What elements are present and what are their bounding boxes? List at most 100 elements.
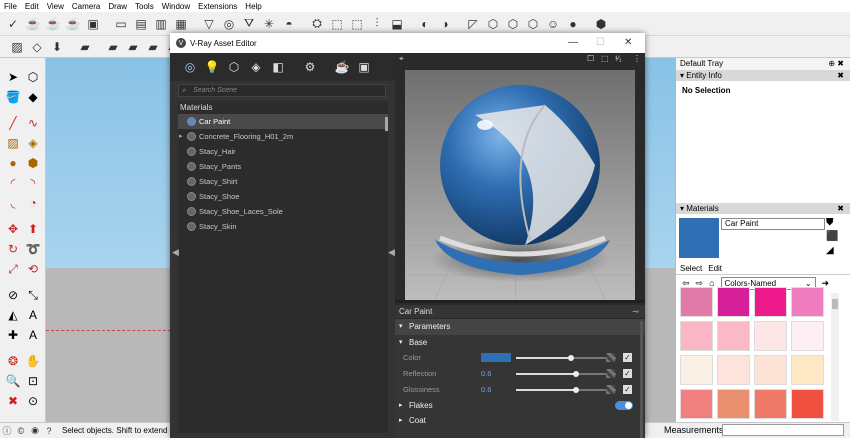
box-view3-icon[interactable]: ⬡ [524,15,542,33]
follow-me-icon[interactable]: ➰ [24,240,42,258]
style3-icon[interactable]: ▰ [124,38,142,56]
material-swatch[interactable] [754,355,787,385]
lights-icon[interactable]: 💡 [204,59,220,75]
circle-icon[interactable]: ● [4,154,22,172]
param-value[interactable]: 0.6 [481,369,491,378]
menu-item-camera[interactable]: Camera [72,2,100,11]
select-tool-icon[interactable]: ✓ [4,15,22,33]
material-swatch[interactable] [754,321,787,351]
style2-icon[interactable]: ▰ [104,38,122,56]
expand-arrow-icon[interactable]: ▸ [179,129,183,144]
proxy-import-icon[interactable]: ⬚ [348,15,366,33]
material-list-item[interactable]: Car Paint [178,114,388,129]
materials-icon[interactable]: ◎ [182,59,198,75]
frame-buffer-window-icon[interactable]: ▣ [356,59,372,75]
menu-item-draw[interactable]: Draw [108,2,127,11]
texture-slot-icon[interactable] [606,369,615,378]
menu-item-view[interactable]: View [47,2,64,11]
teapot-render-icon[interactable]: ☕ [44,15,62,33]
entity-info-header[interactable]: ▾ Entity Info ✖ [676,70,850,81]
param-slider[interactable] [516,387,616,393]
previous-view-icon[interactable]: ⊙ [24,392,42,410]
scale-icon[interactable]: ⤢ [4,260,22,278]
section-plane-icon[interactable]: ◸ [464,15,482,33]
panel-divider[interactable] [395,300,645,303]
pie-icon[interactable]: ◔ [24,194,42,212]
slider-knob[interactable] [573,387,579,393]
close-icon[interactable]: ✖ [837,70,844,81]
teapot-interactive-icon[interactable]: ☕ [64,15,82,33]
geometry-icon[interactable]: ⬡ [226,59,242,75]
settings-gear-icon[interactable]: ⚙ [302,59,318,75]
sphere-light-icon[interactable]: ◎ [220,15,238,33]
pin-panel-icon[interactable]: ⊸ [632,305,639,319]
maximize-button[interactable]: ☐ [596,37,605,48]
material-swatch[interactable] [791,389,824,419]
style-icon[interactable]: ▰ [76,38,94,56]
material-swatch[interactable] [791,355,824,385]
enable-checkbox[interactable]: ✓ [623,385,632,394]
material-list-scrollbar[interactable] [385,117,388,131]
material-name-field[interactable]: Car Paint [721,218,825,230]
user-icon[interactable]: ◉ [28,425,42,436]
texture-slot-icon[interactable] [606,353,615,362]
orbit-icon[interactable]: ❂ [4,352,22,370]
arc3-icon[interactable]: ◟ [4,194,22,212]
zoom-icon[interactable]: 🔍 [4,372,22,390]
3d-text-icon[interactable]: A [24,326,42,344]
proxy-icon[interactable]: ⛭ [308,15,326,33]
menu-item-edit[interactable]: Edit [25,2,39,11]
material-swatch[interactable] [754,287,787,317]
texture-slot-icon[interactable] [606,385,615,394]
box-view2-icon[interactable]: ⬡ [504,15,522,33]
flakes-toggle[interactable] [615,401,633,410]
material-id-icon[interactable]: ◑ [436,15,454,33]
paint-bucket-icon[interactable]: 🪣 [4,88,22,106]
tape-measure-icon[interactable]: ⊘ [4,286,22,304]
push-pull-icon[interactable]: ⬆ [24,220,42,238]
line-tool-icon[interactable]: ╱ [4,114,22,132]
parameters-scrollbar[interactable] [640,321,643,438]
axes-icon[interactable]: ✚ [4,326,22,344]
vray-title-bar[interactable]: V V-Ray Asset Editor — ☐ ✕ [170,33,645,53]
coat-section[interactable]: ▸ Coat [395,413,645,428]
arc2-icon[interactable]: ◝ [24,174,42,192]
help-icon[interactable]: ? [42,426,56,436]
teapot-icon[interactable]: ☕ [24,15,42,33]
param-value[interactable]: 0.6 [481,385,491,394]
material-swatch[interactable] [680,321,713,351]
material-swatch[interactable] [717,389,750,419]
material-swatch[interactable] [754,389,787,419]
arc-icon[interactable]: ◜ [4,174,22,192]
menu-item-file[interactable]: File [4,2,17,11]
zoom-window-icon[interactable]: ⊡ [24,372,42,390]
tray-scrollbar[interactable] [831,293,839,421]
material-swatch[interactable] [680,287,713,317]
slider-knob[interactable] [568,355,574,361]
proxy-cube-icon[interactable]: ⬚ [328,15,346,33]
polygon-icon[interactable]: ⬢ [24,154,42,172]
pin-icon[interactable]: ⌖ [399,54,404,64]
menu-item-help[interactable]: Help [245,2,261,11]
frame-buffer-icon[interactable]: ▣ [84,15,102,33]
display-secondary-icon[interactable]: ⬛ [826,230,838,244]
preview-scene-icon[interactable]: ☐ [587,54,594,63]
collapse-right-icon[interactable]: ◀ [388,247,395,258]
move-icon[interactable]: ✥ [4,220,22,238]
window-icon[interactable]: ▭ [112,15,130,33]
eraser-tool-icon[interactable]: ◆ [24,88,42,106]
material-list-item[interactable]: ▸ Concrete_Flooring_H01_2m [178,129,388,144]
mesh-icon[interactable]: ⬓ [388,15,406,33]
component-icon[interactable]: ▨ [8,38,26,56]
measurements-input[interactable] [722,424,844,436]
zoom-extents-icon[interactable]: ✖ [4,392,22,410]
rectangle-icon[interactable]: ▨ [4,134,22,152]
rotate-icon[interactable]: ↻ [4,240,22,258]
offset-icon[interactable]: ⟲ [24,260,42,278]
protractor-icon[interactable]: ◭ [4,306,22,324]
smile-icon[interactable]: ☺ [544,15,562,33]
render-teapot-icon[interactable]: ☕ [334,59,350,75]
color-swatch[interactable] [481,353,511,362]
rotated-rect-icon[interactable]: ◈ [24,134,42,152]
parameters-section[interactable]: ▾ Parameters [395,319,645,335]
